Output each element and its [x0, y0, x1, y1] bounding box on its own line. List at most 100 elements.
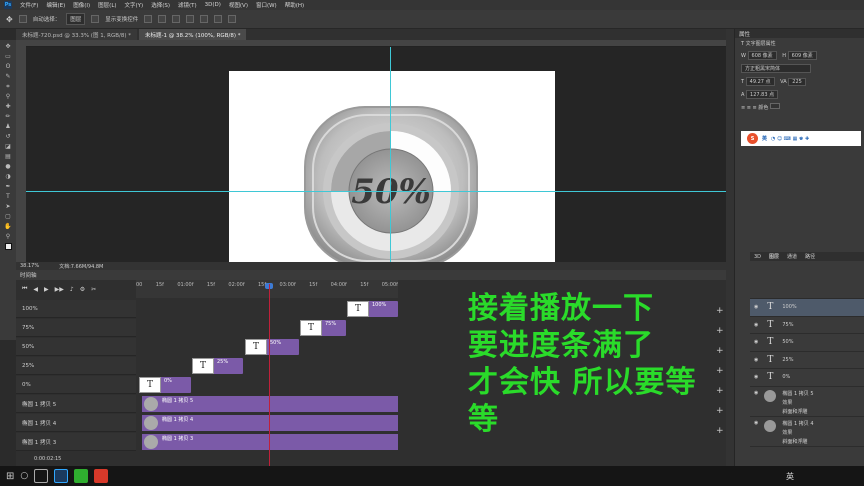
track-label[interactable]: 100% [16, 300, 136, 318]
next-frame-icon[interactable]: ▶▶ [55, 286, 64, 293]
layer-row[interactable]: ◉ T 25% [750, 352, 864, 369]
foreground-color-swatch[interactable] [4, 243, 12, 250]
eraser-icon[interactable]: ◪ [4, 143, 13, 151]
leading-field[interactable]: 127.83 点 [746, 90, 779, 99]
clip-100[interactable]: T 100% [347, 301, 398, 317]
task-view-icon[interactable] [34, 469, 49, 483]
tab-doc-720[interactable]: 未标题-720.psd @ 33.3% (图 1, RGB/8) * [16, 29, 138, 40]
app-taskbar-icon[interactable] [94, 469, 109, 483]
canvas-area[interactable]: 50% [26, 47, 726, 262]
blur-icon[interactable]: ● [4, 163, 13, 171]
menu-view[interactable]: 视图(V) [229, 1, 248, 9]
lasso-icon[interactable]: ʘ [4, 63, 13, 71]
visibility-eye-icon[interactable]: ◉ [754, 420, 758, 426]
hand-icon[interactable]: ✋ [4, 223, 13, 231]
menu-edit[interactable]: 编辑(E) [46, 1, 65, 9]
visibility-eye-icon[interactable]: ◉ [754, 304, 758, 310]
align-left-icon[interactable] [186, 15, 195, 23]
current-time[interactable]: 0:00:02:15 [34, 456, 61, 462]
track-label[interactable]: 椭圆 1 拷贝 3 [16, 433, 136, 451]
clip-50[interactable]: T 50% [245, 339, 299, 355]
menu-help[interactable]: 帮助(H) [285, 1, 304, 9]
align-left-text-icon[interactable]: ≡ ≡ ≡ [741, 105, 758, 111]
layer-row[interactable]: ◉ 椭圆 1 拷贝 5 效果 斜面和浮雕 [750, 387, 864, 417]
visibility-eye-icon[interactable]: ◉ [754, 390, 758, 396]
auto-select-dropdown[interactable]: 图层 [66, 13, 86, 25]
tab-paths[interactable]: 路径 [805, 253, 815, 260]
vertical-guide[interactable] [390, 47, 391, 262]
tab-doc-1[interactable]: 未标题-1 @ 38.2% (100%, RGB/8) * [139, 29, 247, 40]
visibility-eye-icon[interactable]: ◉ [754, 357, 758, 363]
menu-layer[interactable]: 图层(L) [98, 1, 116, 9]
ime-language[interactable]: 英 [762, 135, 767, 142]
align-bottom-icon[interactable] [172, 15, 181, 23]
layer-row[interactable]: ◉ 椭圆 1 拷贝 4 效果 斜面和浮雕 [750, 417, 864, 447]
layer-row[interactable]: ◉ T 0% [750, 369, 864, 387]
search-icon[interactable]: ○ [20, 471, 28, 481]
settings-icon[interactable]: ⚙ [80, 286, 85, 293]
eyedropper-icon[interactable]: ⚲ [4, 93, 13, 101]
gradient-icon[interactable]: ▤ [4, 153, 13, 161]
visibility-eye-icon[interactable]: ◉ [754, 339, 758, 345]
width-field[interactable]: 608 像素 [747, 51, 777, 60]
stamp-icon[interactable]: ♟ [4, 123, 13, 131]
menu-image[interactable]: 图像(I) [73, 1, 90, 9]
crop-icon[interactable]: ⌗ [4, 83, 13, 91]
font-size-field[interactable]: 49.27 点 [745, 77, 775, 86]
color-swatch[interactable] [769, 103, 780, 109]
menu-3d[interactable]: 3D(D) [205, 2, 221, 8]
align-middle-icon[interactable] [158, 15, 167, 23]
tracking-field[interactable]: 225 [788, 78, 806, 86]
pen-icon[interactable]: ✒ [4, 183, 13, 191]
audio-icon[interactable]: ♪ [70, 286, 74, 293]
camtasia-taskbar-icon[interactable] [74, 469, 89, 483]
track-label[interactable]: 椭圆 1 拷贝 5 [16, 395, 136, 413]
first-frame-icon[interactable]: ⏮ [22, 285, 27, 293]
clip-25[interactable]: T 25% [192, 358, 243, 374]
visibility-eye-icon[interactable]: ◉ [754, 374, 758, 380]
auto-select-checkbox[interactable] [18, 15, 27, 23]
menu-window[interactable]: 窗口(W) [256, 1, 277, 9]
quick-select-icon[interactable]: ✎ [4, 73, 13, 81]
shape-icon[interactable]: ▢ [4, 213, 13, 221]
split-icon[interactable]: ✂ [91, 286, 96, 293]
visibility-eye-icon[interactable]: ◉ [754, 322, 758, 328]
ime-tools-icon[interactable]: ◔ ☺ ⌨ ▦ ♚ ✚ [771, 136, 809, 142]
align-center-icon[interactable] [200, 15, 209, 23]
menu-file[interactable]: 文件(F) [20, 1, 38, 9]
zoom-icon[interactable]: ⚲ [4, 233, 13, 241]
dodge-icon[interactable]: ◑ [4, 173, 13, 181]
tab-channels[interactable]: 通道 [787, 253, 797, 260]
clip-75[interactable]: T 75% [300, 320, 346, 336]
track-label[interactable]: 椭圆 1 拷贝 4 [16, 414, 136, 432]
layer-row[interactable]: ◉ T 75% [750, 317, 864, 334]
shape-clip[interactable]: 椭圆 1 拷贝 4 [142, 415, 398, 431]
document-canvas[interactable]: 50% [229, 71, 555, 262]
shape-clip[interactable]: 椭圆 1 拷贝 5 [142, 396, 398, 412]
layer-row[interactable]: ◉ T 50% [750, 334, 864, 352]
track-label[interactable]: 50% [16, 338, 136, 356]
marquee-icon[interactable]: ▭ [4, 53, 13, 61]
photoshop-taskbar-icon[interactable] [54, 469, 69, 483]
menu-type[interactable]: 文字(Y) [125, 1, 144, 9]
align-right-icon[interactable] [214, 15, 223, 23]
track-label[interactable]: 25% [16, 357, 136, 375]
move-tool-icon[interactable]: ✥ [6, 15, 13, 24]
playhead[interactable] [269, 284, 270, 466]
start-icon[interactable]: ⊞ [6, 471, 14, 482]
track-label[interactable]: 0% [16, 376, 136, 394]
heal-icon[interactable]: ✚ [4, 103, 13, 111]
tab-3d[interactable]: 3D [754, 254, 761, 260]
shape-clip[interactable]: 椭圆 1 拷贝 3 [142, 434, 398, 450]
font-family-field[interactable]: 方正粗黑宋简体 [741, 64, 811, 73]
zoom-level[interactable]: 38.17% [20, 263, 39, 269]
taskbar-ime-label[interactable]: 英 [786, 471, 794, 482]
brush-icon[interactable]: ✏ [4, 113, 13, 121]
menu-select[interactable]: 选择(S) [151, 1, 170, 9]
path-select-icon[interactable]: ➤ [4, 203, 13, 211]
prev-frame-icon[interactable]: ◀ [33, 286, 38, 293]
layer-row[interactable]: ◉ T 100% [750, 299, 864, 317]
horizontal-guide[interactable] [26, 191, 726, 192]
track-label[interactable]: 75% [16, 319, 136, 337]
history-brush-icon[interactable]: ↺ [4, 133, 13, 141]
